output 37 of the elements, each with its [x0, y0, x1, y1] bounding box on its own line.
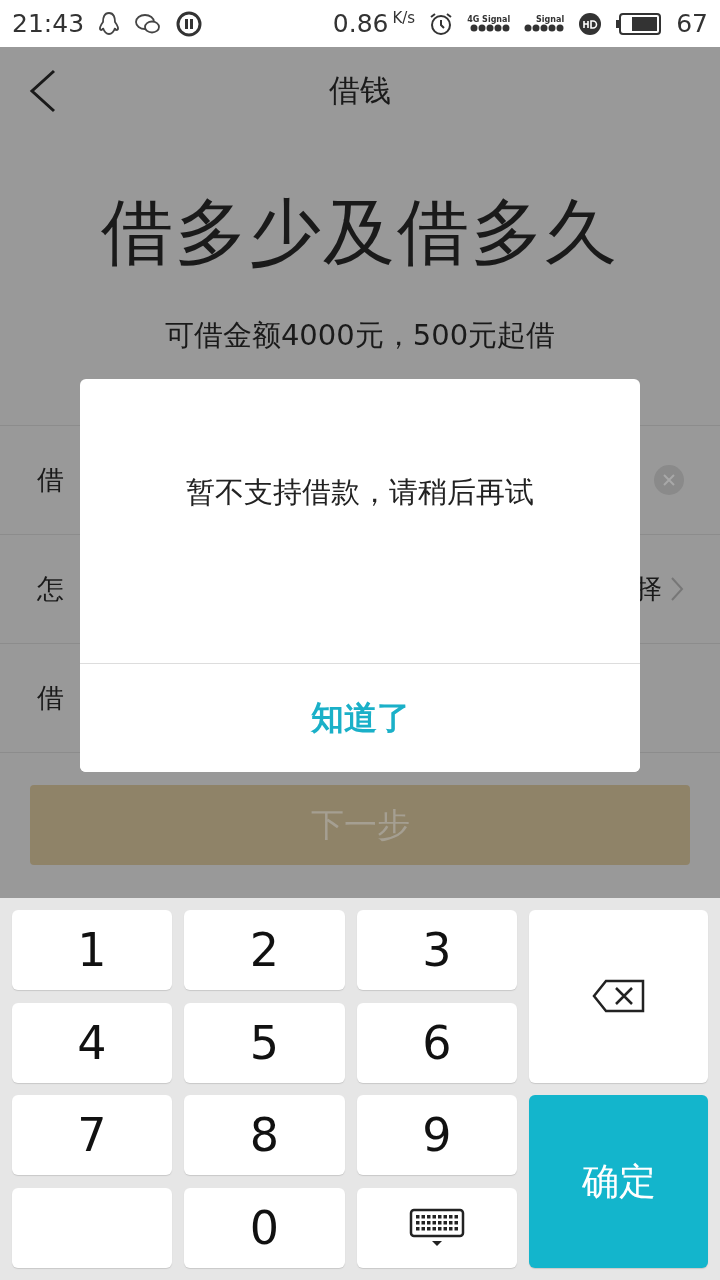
hide-keyboard-key[interactable]	[357, 1188, 517, 1269]
blank-key[interactable]	[12, 1188, 172, 1269]
digit-key[interactable]: 5	[184, 1002, 345, 1083]
dialog-message: 暂不支持借款，请稍后再试	[185, 474, 535, 511]
hd-icon	[578, 11, 603, 36]
digit-key[interactable]: 0	[184, 1188, 345, 1269]
digit-key[interactable]: 2	[184, 910, 345, 990]
row-label: 怎	[37, 572, 64, 606]
back-icon[interactable]	[28, 69, 58, 113]
backspace-key[interactable]	[529, 910, 708, 1083]
heading: 借多少及借多久	[100, 189, 620, 276]
signal-label: 4G Signal	[467, 15, 511, 24]
battery-percent: 67	[676, 9, 708, 38]
digit-key[interactable]: 7	[12, 1095, 172, 1176]
signal-label: Signal	[536, 15, 565, 24]
row-label: 借	[37, 463, 64, 497]
signal-dots-icon	[524, 23, 565, 32]
penguin-icon	[98, 10, 121, 37]
digit-key[interactable]: 3	[357, 910, 517, 990]
signal-dots-icon	[470, 23, 511, 32]
chat-bubbles-icon	[134, 11, 163, 36]
battery-icon	[616, 12, 663, 35]
clear-icon[interactable]	[654, 465, 684, 495]
clock-time: 21:43	[12, 9, 85, 38]
row-label: 借	[37, 681, 64, 715]
pause-icon	[176, 10, 203, 37]
keyboard-icon	[409, 1208, 465, 1249]
backspace-icon	[591, 979, 646, 1014]
digit-key[interactable]: 8	[184, 1095, 345, 1176]
alarm-clock-icon	[429, 11, 454, 36]
chevron-right-icon	[670, 576, 684, 602]
digit-key[interactable]: 9	[357, 1095, 517, 1176]
subtitle: 可借金额4000元，500元起借	[163, 317, 557, 354]
digit-key[interactable]: 4	[12, 1002, 172, 1083]
digit-key[interactable]: 1	[12, 910, 172, 990]
page-title: 借钱	[329, 71, 391, 110]
digit-key[interactable]: 6	[357, 1002, 517, 1083]
